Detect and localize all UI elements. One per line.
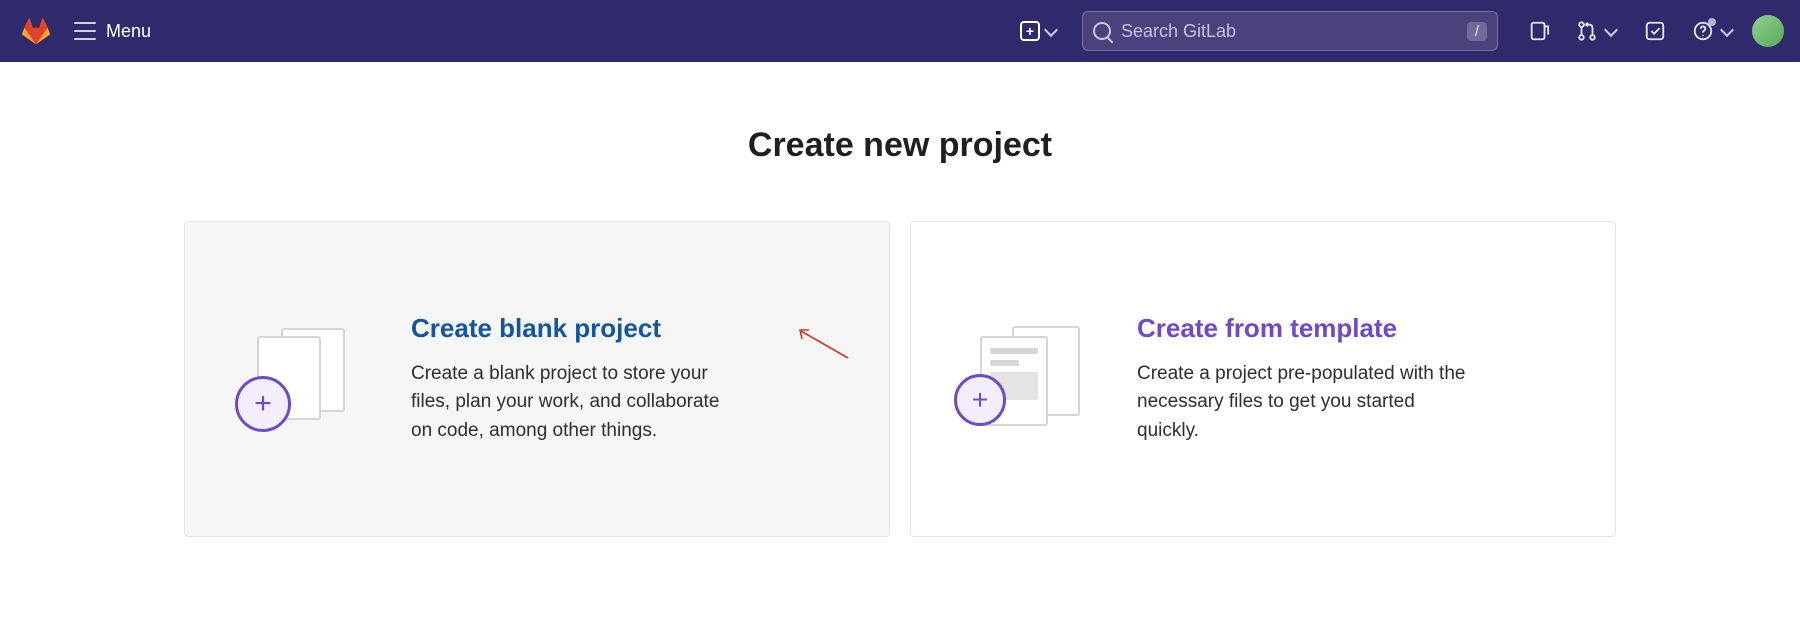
chevron-down-icon xyxy=(1720,24,1734,38)
menu-button[interactable]: Menu xyxy=(64,15,161,48)
card-text: Create blank project Create a blank proj… xyxy=(411,313,853,446)
notification-dot-icon xyxy=(1708,18,1716,26)
todos-link[interactable] xyxy=(1644,20,1666,42)
card-title: Create from template xyxy=(1137,313,1579,344)
page-title: Create new project xyxy=(748,126,1052,165)
create-from-template-card[interactable]: + Create from template Create a project … xyxy=(910,221,1616,537)
menu-label: Menu xyxy=(106,21,151,42)
card-description: Create a project pre-populated with the … xyxy=(1137,360,1467,446)
card-illustration: + xyxy=(947,324,1097,434)
topbar: Menu + / xyxy=(0,0,1800,62)
chevron-down-icon xyxy=(1044,24,1058,38)
merge-requests-dropdown[interactable] xyxy=(1576,20,1618,42)
project-options: + Create blank project Create a blank pr… xyxy=(184,221,1616,537)
create-new-dropdown[interactable]: + xyxy=(1012,15,1066,47)
plus-circle-icon: + xyxy=(954,374,1006,426)
search-input[interactable] xyxy=(1121,21,1467,42)
todos-icon xyxy=(1644,20,1666,42)
template-illustration: + xyxy=(962,324,1082,434)
merge-request-icon xyxy=(1576,20,1598,42)
search-box[interactable]: / xyxy=(1082,11,1498,51)
card-description: Create a blank project to store your fil… xyxy=(411,360,741,446)
gitlab-logo[interactable] xyxy=(16,11,56,51)
nav-icons xyxy=(1528,20,1734,42)
issues-icon xyxy=(1528,20,1550,42)
help-icon xyxy=(1692,20,1714,42)
card-text: Create from template Create a project pr… xyxy=(1137,313,1579,446)
search-icon xyxy=(1093,22,1111,40)
hamburger-icon xyxy=(74,22,96,40)
create-blank-project-card[interactable]: + Create blank project Create a blank pr… xyxy=(184,221,890,537)
issues-link[interactable] xyxy=(1528,20,1550,42)
search-kbd-hint: / xyxy=(1467,22,1487,41)
blank-project-illustration: + xyxy=(241,324,351,434)
plus-icon: + xyxy=(1020,21,1040,41)
chevron-down-icon xyxy=(1604,24,1618,38)
user-avatar[interactable] xyxy=(1752,15,1784,47)
plus-circle-icon: + xyxy=(235,376,291,432)
main-content: Create new project + Create blank projec… xyxy=(0,62,1800,537)
card-illustration: + xyxy=(221,324,371,434)
tanuki-icon xyxy=(21,16,51,46)
card-title: Create blank project xyxy=(411,313,853,344)
help-dropdown[interactable] xyxy=(1692,20,1734,42)
